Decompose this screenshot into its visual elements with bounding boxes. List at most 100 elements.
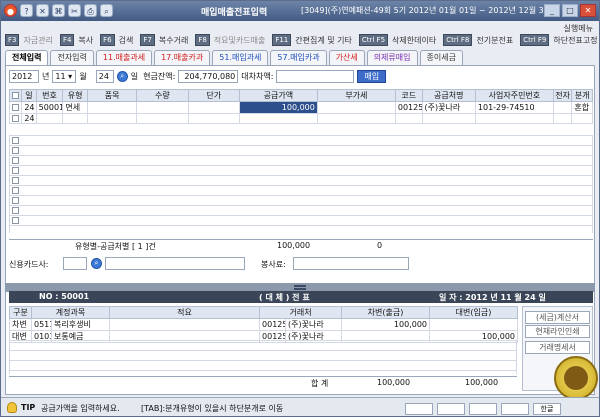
entry-cell[interactable]: [238, 113, 318, 124]
toolbar-button-4[interactable]: 적요및카드매출: [214, 35, 266, 46]
entry-cell[interactable]: [421, 113, 476, 124]
tax-invoice-button[interactable]: (세금)계산서: [525, 311, 590, 324]
checkbox-icon[interactable]: [12, 217, 19, 224]
maximize-icon[interactable]: □: [562, 4, 578, 17]
checkbox-icon[interactable]: [12, 207, 19, 214]
entry-cell[interactable]: (주)꽃나라: [421, 101, 476, 114]
entry-cell[interactable]: [136, 101, 189, 114]
checkbox-icon[interactable]: [12, 177, 19, 184]
entry-cell[interactable]: [552, 101, 573, 114]
entry-cell[interactable]: 101-29-74510: [474, 101, 554, 114]
search-icon[interactable]: ⌕: [100, 4, 113, 17]
journal-cell[interactable]: 0511: [31, 318, 52, 331]
toolbar-key-7[interactable]: Ctrl F8: [443, 34, 473, 46]
journal-cell[interactable]: 100,000: [341, 318, 431, 331]
year-field[interactable]: 2012: [9, 69, 39, 83]
app-logo-icon[interactable]: ●: [4, 4, 17, 17]
entry-cell[interactable]: [394, 113, 423, 124]
tab-5[interactable]: 57.매입카과: [270, 50, 327, 65]
row-checkbox[interactable]: [8, 101, 23, 114]
card-lookup-icon[interactable]: ⌕: [91, 258, 102, 269]
checkbox-icon[interactable]: [12, 197, 19, 204]
entry-cell[interactable]: 100,000: [238, 101, 318, 114]
entry-cell[interactable]: [86, 113, 138, 124]
toolbar-button-6[interactable]: 삭제한데이타: [392, 35, 436, 46]
journal-cell[interactable]: 00125: [259, 318, 287, 331]
toolbar-key-1[interactable]: F4: [59, 34, 75, 46]
toolbar-key-2[interactable]: F6: [100, 34, 115, 46]
journal-cell[interactable]: 복리후생비: [50, 318, 111, 331]
month-select[interactable]: 11 ▾: [52, 69, 77, 83]
entry-cell[interactable]: [187, 113, 240, 124]
service-fee-input[interactable]: [293, 257, 409, 270]
tab-3[interactable]: 17.매출카과: [154, 50, 211, 65]
entry-cell[interactable]: 24: [21, 101, 37, 114]
toolbar-key-0[interactable]: F3: [5, 34, 20, 46]
checkbox-icon[interactable]: [12, 167, 19, 174]
toolbar-button-8[interactable]: 하단전표고정: [553, 35, 597, 46]
checkbox-icon[interactable]: [12, 137, 19, 144]
close-doc-icon[interactable]: ✕: [36, 4, 49, 17]
table-row[interactable]: 24 50001 면세 100,000 00125 (주)꽃나라 101-29-74510 혼…: [8, 101, 593, 114]
entry-cell[interactable]: [474, 113, 554, 124]
toolbar-button-5[interactable]: 간편집계 및 기타: [295, 35, 352, 46]
toolbar-button-0[interactable]: 자금관리: [23, 35, 52, 46]
help-icon[interactable]: ?: [20, 4, 33, 17]
toolbar-button-7[interactable]: 전기분전표: [476, 35, 513, 46]
tab-6[interactable]: 가산세: [328, 50, 365, 65]
code-icon[interactable]: ⌘: [52, 4, 65, 17]
entry-cell[interactable]: 24: [21, 113, 37, 124]
delete-icon[interactable]: ✂: [68, 4, 81, 17]
journal-cell[interactable]: 차변: [9, 318, 32, 331]
minimize-icon[interactable]: _: [544, 4, 560, 17]
checkbox-icon[interactable]: [12, 147, 19, 154]
journal-no: NO : 50001: [39, 292, 90, 301]
entry-cell[interactable]: [316, 113, 396, 124]
print-line-button[interactable]: 현재라인인쇄: [525, 325, 590, 338]
toolbar-button-2[interactable]: 검색: [119, 35, 134, 46]
card-name-input[interactable]: [105, 257, 245, 270]
entry-cell[interactable]: 50001: [35, 101, 64, 114]
tab-1[interactable]: 전자입력: [50, 50, 94, 65]
journal-cell[interactable]: [109, 318, 261, 331]
toolbar-key-8[interactable]: Ctrl F9: [520, 34, 550, 46]
entry-cell[interactable]: [316, 101, 396, 114]
entry-cell[interactable]: [187, 101, 240, 114]
toolbar-key-5[interactable]: F11: [272, 34, 292, 46]
tab-0[interactable]: 전체입력: [5, 50, 49, 65]
journal-cell[interactable]: [429, 318, 519, 331]
day-field[interactable]: 24: [95, 69, 114, 83]
entry-cell[interactable]: [62, 113, 88, 124]
entry-cell[interactable]: [552, 113, 573, 124]
toolbar-button-3[interactable]: 복수거래: [159, 35, 188, 46]
card-code-input[interactable]: [63, 257, 87, 270]
table-row[interactable]: 차변0511복리후생비 00125(주)꽃나라100,000: [9, 318, 519, 331]
entry-cell[interactable]: [571, 113, 593, 124]
select-all-checkbox[interactable]: [8, 89, 23, 102]
entry-cell[interactable]: [136, 113, 189, 124]
tab-4[interactable]: 51.매입과세: [212, 50, 269, 65]
toolbar-key-4[interactable]: F8: [195, 34, 210, 46]
entry-cell[interactable]: 면세: [62, 101, 88, 114]
tab-2[interactable]: 11.매출과세: [95, 50, 153, 65]
checkbox-icon[interactable]: [12, 157, 19, 164]
date-lookup-icon[interactable]: ⌕: [116, 70, 128, 82]
toolbar-button-1[interactable]: 복사: [78, 35, 93, 46]
close-icon[interactable]: ✕: [580, 4, 596, 17]
purchase-button[interactable]: 매입: [357, 69, 387, 83]
entry-cell[interactable]: [35, 113, 64, 124]
toolbar-key-3[interactable]: F7: [140, 34, 155, 46]
tab-8[interactable]: 종이세금: [419, 50, 463, 65]
row-checkbox[interactable]: [8, 113, 23, 124]
checkbox-icon[interactable]: [12, 187, 19, 194]
toolbar-key-6[interactable]: Ctrl F5: [358, 34, 389, 46]
print-icon[interactable]: ⎙: [84, 4, 97, 17]
statement-button[interactable]: 거래명세서: [525, 341, 590, 354]
tab-7[interactable]: 의제류매입: [366, 50, 418, 65]
entry-cell[interactable]: [86, 101, 138, 114]
entry-cell[interactable]: 혼합: [571, 101, 593, 114]
journal-cell[interactable]: (주)꽃나라: [285, 318, 343, 331]
table-row[interactable]: 24: [8, 113, 593, 124]
entry-cell[interactable]: 00125: [394, 101, 423, 114]
title-icons: ● ? ✕ ⌘ ✂ ⎙ ⌕: [4, 4, 113, 17]
